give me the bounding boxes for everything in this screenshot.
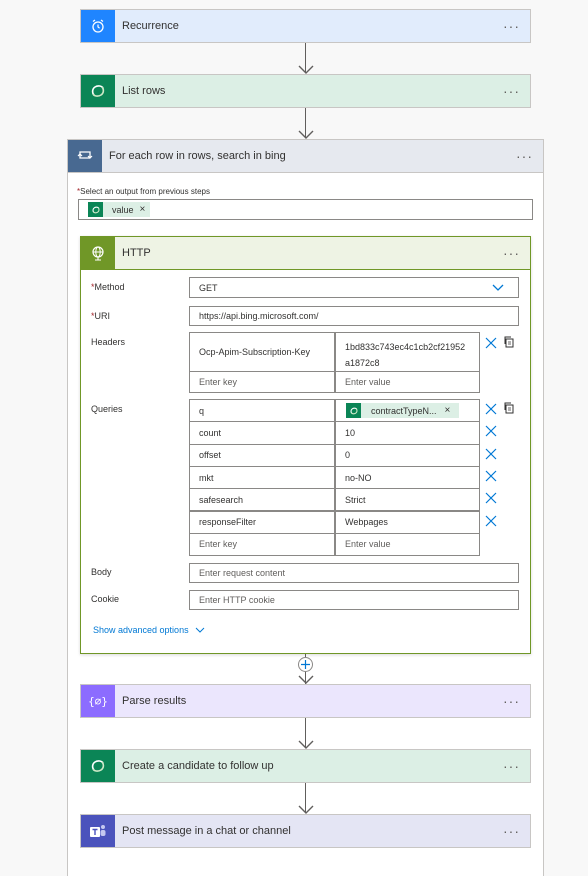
dataverse-icon bbox=[91, 85, 105, 97]
remove-token-icon[interactable]: × bbox=[445, 405, 451, 416]
query-value-cell[interactable]: no-NO bbox=[335, 465, 480, 490]
body-input[interactable]: Enter request content bbox=[189, 563, 519, 583]
http-icon-box bbox=[81, 237, 115, 269]
method-label: *Method bbox=[91, 282, 125, 292]
teams-icon-box bbox=[81, 815, 115, 847]
parse-results-card[interactable]: {∅} Parse results ··· bbox=[80, 684, 531, 718]
http-header[interactable]: HTTP ··· bbox=[80, 236, 531, 270]
queries-label: Queries bbox=[91, 404, 123, 414]
dynamic-content-token[interactable]: contractTypeN... × bbox=[346, 403, 459, 419]
method-select[interactable]: GET bbox=[189, 277, 519, 298]
query-value-input[interactable]: Enter value bbox=[335, 532, 480, 557]
body-label: Body bbox=[91, 567, 112, 577]
headers-label: Headers bbox=[91, 337, 126, 347]
query-value-cell[interactable]: contractTypeN... × bbox=[335, 399, 480, 423]
post-more-button[interactable]: ··· bbox=[503, 815, 520, 847]
recurrence-icon-box bbox=[81, 10, 115, 42]
query-key-cell[interactable]: count bbox=[189, 421, 335, 445]
foreach-more-button[interactable]: ··· bbox=[516, 140, 533, 172]
method-value: GET bbox=[199, 282, 218, 293]
query-key-cell[interactable]: offset bbox=[189, 443, 335, 467]
remove-query-icon[interactable] bbox=[485, 515, 497, 527]
token-icon-box bbox=[346, 403, 361, 419]
remove-query-icon[interactable] bbox=[485, 403, 497, 415]
show-advanced-options-link[interactable]: Show advanced options bbox=[93, 625, 205, 635]
create-candidate-card[interactable]: Create a candidate to follow up ··· bbox=[80, 749, 531, 783]
chevron-down-icon bbox=[195, 627, 204, 633]
list-rows-icon-box bbox=[81, 75, 115, 107]
arrow-connector bbox=[298, 718, 314, 749]
arrow-connector bbox=[298, 43, 314, 74]
query-key-cell[interactable]: q bbox=[189, 399, 335, 423]
query-value-cell[interactable]: 10 bbox=[335, 421, 480, 445]
create-candidate-title: Create a candidate to follow up bbox=[122, 760, 274, 772]
select-output-label: *Select an output from previous steps bbox=[77, 187, 210, 196]
header-value-cell[interactable]: 1bd833c743ec4c1cb2cf21952a1872c8 bbox=[335, 332, 480, 372]
list-rows-title: List rows bbox=[122, 85, 166, 97]
remove-token-icon[interactable]: × bbox=[140, 204, 146, 215]
add-step-button[interactable] bbox=[298, 657, 313, 672]
arrow-head bbox=[298, 675, 314, 684]
parse-json-icon: {∅} bbox=[88, 694, 108, 708]
recurrence-more-button[interactable]: ··· bbox=[503, 10, 520, 42]
header-key-input[interactable]: Enter key bbox=[189, 371, 335, 393]
header-value-input[interactable]: Enter value bbox=[335, 371, 480, 393]
dataverse-icon bbox=[91, 206, 100, 213]
query-key-cell[interactable]: mkt bbox=[189, 465, 335, 490]
foreach-header[interactable]: For each row in rows, search in bing ··· bbox=[67, 139, 544, 173]
uri-input[interactable]: https://api.bing.microsoft.com/ bbox=[189, 306, 519, 326]
remove-query-icon[interactable] bbox=[485, 492, 497, 504]
globe-icon bbox=[92, 246, 104, 261]
cookie-label: Cookie bbox=[91, 594, 120, 604]
advanced-label: Show advanced options bbox=[93, 625, 189, 635]
query-key-cell[interactable]: responseFilter bbox=[189, 510, 335, 534]
list-rows-more-button[interactable]: ··· bbox=[503, 75, 520, 107]
chevron-down-icon bbox=[492, 284, 504, 291]
create-more-button[interactable]: ··· bbox=[503, 750, 520, 782]
cookie-input[interactable]: Enter HTTP cookie bbox=[189, 590, 519, 610]
create-icon-box bbox=[81, 750, 115, 782]
parse-more-button[interactable]: ··· bbox=[503, 685, 520, 717]
http-title: HTTP bbox=[122, 247, 151, 259]
dataverse-icon bbox=[91, 760, 105, 772]
query-value-cell[interactable]: Strict bbox=[335, 488, 480, 512]
list-rows-card[interactable]: List rows ··· bbox=[80, 74, 531, 108]
token-label: value bbox=[112, 204, 134, 215]
query-key-cell[interactable]: safesearch bbox=[189, 488, 335, 512]
value-token[interactable]: value × bbox=[88, 202, 150, 217]
token-label: contractTypeN... bbox=[371, 405, 437, 416]
dataverse-icon bbox=[349, 407, 358, 415]
remove-query-icon[interactable] bbox=[485, 470, 497, 482]
arrow-connector bbox=[298, 783, 314, 814]
arrow-connector bbox=[298, 108, 314, 139]
query-value-cell[interactable]: Webpages bbox=[335, 510, 480, 534]
header-key-cell[interactable]: Ocp-Apim-Subscription-Key bbox=[189, 332, 335, 372]
plus-icon bbox=[301, 660, 310, 669]
foreach-icon-box bbox=[68, 140, 102, 172]
copy-icon[interactable] bbox=[503, 402, 515, 414]
loop-icon bbox=[77, 151, 93, 159]
teams-icon bbox=[90, 825, 106, 837]
post-message-title: Post message in a chat or channel bbox=[122, 825, 291, 837]
remove-query-icon[interactable] bbox=[485, 448, 497, 460]
alarm-clock-icon bbox=[92, 19, 104, 33]
remove-header-icon[interactable] bbox=[485, 337, 497, 349]
token-icon-box bbox=[88, 202, 103, 217]
foreach-title: For each row in rows, search in bing bbox=[109, 150, 286, 162]
recurrence-title: Recurrence bbox=[122, 20, 179, 32]
query-value-cell[interactable]: 0 bbox=[335, 443, 480, 467]
parse-icon-box: {∅} bbox=[81, 685, 115, 717]
recurrence-card[interactable]: Recurrence ··· bbox=[80, 9, 531, 43]
copy-icon[interactable] bbox=[503, 336, 515, 348]
post-message-card[interactable]: Post message in a chat or channel ··· bbox=[80, 814, 531, 848]
parse-results-title: Parse results bbox=[122, 695, 187, 707]
query-key-input[interactable]: Enter key bbox=[189, 532, 335, 557]
remove-query-icon[interactable] bbox=[485, 425, 497, 437]
select-output-field[interactable]: value × bbox=[78, 199, 533, 220]
http-more-button[interactable]: ··· bbox=[503, 237, 520, 269]
header-value-text: 1bd833c743ec4c1cb2cf21952a1872c8 bbox=[345, 342, 466, 368]
uri-label: *URI bbox=[91, 311, 111, 321]
